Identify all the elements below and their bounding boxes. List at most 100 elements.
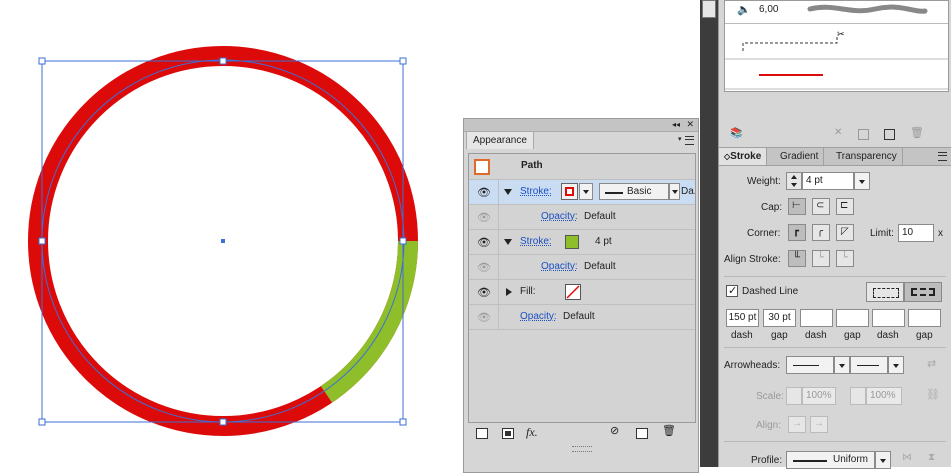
scale-end-stepper[interactable]: [850, 387, 866, 405]
limit-suffix: x: [938, 228, 943, 239]
gap-3-label: gap: [916, 330, 933, 341]
gap-1-label: gap: [771, 330, 788, 341]
stroke-color-dropdown[interactable]: [579, 183, 593, 200]
scale-end-input[interactable]: 100%: [866, 387, 902, 405]
opacity-link[interactable]: Opacity:: [541, 261, 578, 272]
weight-input[interactable]: 4 pt: [802, 172, 854, 190]
start-arrowhead-dropdown[interactable]: [786, 356, 834, 374]
flip-across-icon[interactable]: ⧗: [928, 452, 935, 463]
weight-dropdown[interactable]: [854, 172, 870, 190]
opacity-value: Default: [584, 261, 616, 272]
expand-triangle-icon[interactable]: [504, 189, 512, 195]
align-inside-button[interactable]: └: [812, 250, 830, 267]
eye-icon[interactable]: 👁: [477, 286, 491, 299]
miter-join-button[interactable]: ┏: [788, 224, 806, 241]
stroke-color-swatch-green[interactable]: [565, 235, 579, 249]
profile-label: Profile:: [751, 455, 783, 466]
eye-icon-dim[interactable]: 👁: [477, 311, 491, 324]
scale-start-input[interactable]: 100%: [802, 387, 836, 405]
end-arrowhead-dropdown[interactable]: [850, 356, 888, 374]
align-dash-corners-button[interactable]: [904, 282, 942, 302]
new-brush-icon[interactable]: [884, 129, 895, 140]
stroke-link[interactable]: Stroke:: [520, 186, 552, 197]
stroke-row-green[interactable]: 👁 Stroke: 4 pt: [469, 230, 695, 255]
stroke-color-swatch[interactable]: [561, 183, 578, 200]
bevel-join-button[interactable]: ◸: [836, 224, 854, 241]
brush-libraries-icon[interactable]: 📚: [730, 128, 742, 139]
brush-profile-dropdown[interactable]: Basic: [599, 183, 669, 200]
pattern-brushes-preview[interactable]: ✂: [725, 25, 948, 91]
delete-item-icon[interactable]: 🗑: [662, 424, 676, 437]
expand-triangle-icon[interactable]: [504, 239, 512, 245]
width-profile-dropdown[interactable]: Uniform: [786, 451, 875, 469]
eye-icon[interactable]: 👁: [477, 236, 491, 249]
end-arrowhead-arrow[interactable]: [888, 356, 904, 374]
eye-icon-dim[interactable]: 👁: [477, 261, 491, 274]
arrow-extend-button[interactable]: →: [788, 416, 806, 433]
collapse-triangle-icon[interactable]: [506, 288, 512, 296]
fill-row[interactable]: 👁 Fill:: [469, 280, 695, 305]
gap-3-input[interactable]: [908, 309, 941, 327]
eye-icon[interactable]: 👁: [477, 186, 491, 199]
brushes-list[interactable]: 🔈 6,00 ✂: [724, 0, 949, 92]
add-new-stroke-icon[interactable]: [476, 428, 488, 439]
brush-stroke-preview[interactable]: [805, 1, 945, 21]
swap-arrowheads-icon[interactable]: ⇄: [927, 357, 936, 370]
round-cap-button[interactable]: ⊂: [812, 198, 830, 215]
opacity-link[interactable]: Opacity:: [541, 211, 578, 222]
projecting-cap-button[interactable]: ⊏: [836, 198, 854, 215]
width-profile-arrow[interactable]: [875, 451, 891, 469]
delete-brush-icon[interactable]: 🗑: [910, 126, 924, 139]
panel-menu-icon[interactable]: ▾: [678, 136, 694, 145]
tab-transparency[interactable]: Transparency: [831, 148, 903, 165]
opacity-value: Default: [584, 211, 616, 222]
dash-3-input[interactable]: [872, 309, 905, 327]
brush-options-icon[interactable]: [858, 129, 869, 140]
fx-effects-button[interactable]: fx.: [526, 425, 538, 440]
stroke-row-red[interactable]: 👁 Stroke: Basic Da...: [469, 180, 695, 205]
duplicate-item-icon[interactable]: [636, 428, 648, 439]
align-center-button[interactable]: ╙: [788, 250, 806, 267]
fill-none-swatch[interactable]: [565, 284, 581, 300]
scroll-thumb[interactable]: [702, 0, 716, 18]
eye-icon-dim[interactable]: 👁: [477, 211, 491, 224]
tab-appearance[interactable]: Appearance: [466, 131, 534, 149]
link-scale-icon[interactable]: ⛓: [926, 388, 940, 401]
clear-appearance-icon[interactable]: ⊘: [610, 424, 619, 437]
object-opacity-row[interactable]: 👁 Opacity: Default: [469, 305, 695, 330]
start-arrowhead-arrow[interactable]: [834, 356, 850, 374]
add-new-fill-icon[interactable]: [502, 428, 514, 439]
flip-along-icon[interactable]: ⋈: [902, 452, 912, 463]
tab-stroke[interactable]: ◇Stroke: [719, 148, 768, 165]
gap-2-input[interactable]: [836, 309, 869, 327]
dash-1-input[interactable]: 150 pt: [726, 309, 759, 327]
resize-grip[interactable]: [572, 446, 592, 452]
remove-brush-icon[interactable]: ✕: [834, 127, 842, 138]
handle-top-right: [399, 57, 407, 65]
preserve-dash-button[interactable]: [866, 282, 904, 302]
opacity-link[interactable]: Opacity:: [520, 311, 557, 322]
tab-gradient[interactable]: Gradient: [775, 148, 825, 165]
handle-middle-right: [399, 237, 407, 245]
align-outside-button[interactable]: └: [836, 250, 854, 267]
gap-1-input[interactable]: 30 pt: [763, 309, 796, 327]
close-panel-icon[interactable]: ✕: [686, 119, 694, 130]
stroke-opacity-row[interactable]: 👁 Opacity: Default: [469, 255, 695, 280]
brush-dropdown-arrow[interactable]: [669, 183, 680, 200]
dashed-line-checkbox[interactable]: ✓: [726, 285, 738, 297]
stroke-link[interactable]: Stroke:: [520, 236, 552, 247]
collapse-icon[interactable]: ◂◂: [672, 119, 680, 130]
dash-3-label: dash: [877, 330, 899, 341]
handle-top-left: [38, 57, 46, 65]
circle-stroke-green-dash[interactable]: [320, 240, 418, 403]
round-join-button[interactable]: ╭: [812, 224, 830, 241]
panel-menu-icon[interactable]: [938, 152, 947, 161]
scale-start-stepper[interactable]: [786, 387, 802, 405]
appearance-header-row[interactable]: Path: [469, 154, 695, 180]
butt-cap-button[interactable]: ⊢: [788, 198, 806, 215]
weight-stepper[interactable]: [786, 172, 802, 190]
dash-2-input[interactable]: [800, 309, 833, 327]
arrow-place-button[interactable]: →: [810, 416, 828, 433]
stroke-opacity-row[interactable]: 👁 Opacity: Default: [469, 205, 695, 230]
miter-limit-input[interactable]: 10: [898, 224, 934, 242]
